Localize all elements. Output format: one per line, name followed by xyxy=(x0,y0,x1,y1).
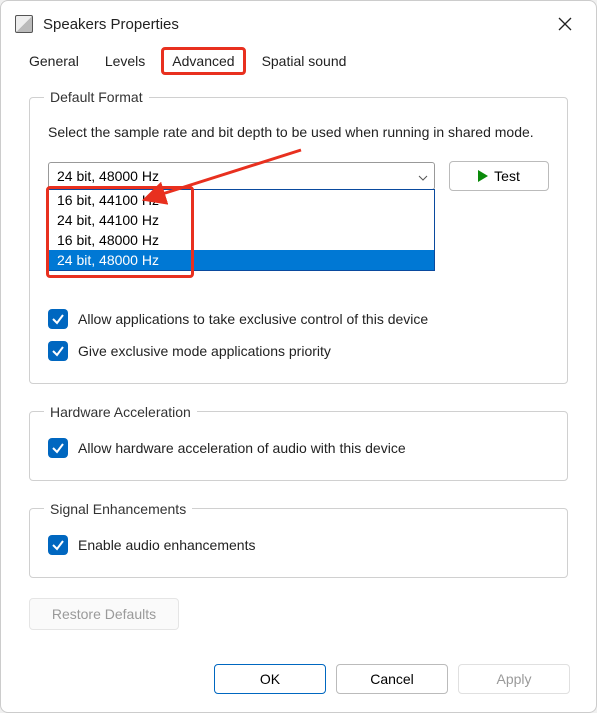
dialog-buttons: OK Cancel Apply xyxy=(1,654,596,712)
check-icon xyxy=(51,538,65,552)
window-title: Speakers Properties xyxy=(43,16,538,33)
enable-enhancements-label: Enable audio enhancements xyxy=(78,537,255,553)
test-button[interactable]: Test xyxy=(449,161,549,191)
format-option-selected[interactable]: 24 bit, 48000 Hz xyxy=(49,250,434,270)
format-option[interactable]: 24 bit, 44100 Hz xyxy=(49,210,434,230)
close-icon xyxy=(558,17,572,31)
check-icon xyxy=(51,344,65,358)
test-button-label: Test xyxy=(494,168,520,184)
allow-exclusive-label: Allow applications to take exclusive con… xyxy=(78,311,428,327)
tab-bar: General Levels Advanced Spatial sound xyxy=(1,47,596,75)
ok-button[interactable]: OK xyxy=(214,664,326,694)
restore-defaults-button[interactable]: Restore Defaults xyxy=(29,598,179,630)
cancel-label: Cancel xyxy=(370,671,414,687)
speaker-device-icon xyxy=(15,15,33,33)
hardware-accel-label: Allow hardware acceleration of audio wit… xyxy=(78,440,406,456)
ok-label: OK xyxy=(260,671,280,687)
exclusive-priority-label: Give exclusive mode applications priorit… xyxy=(78,343,331,359)
exclusive-priority-checkbox[interactable] xyxy=(48,341,68,361)
apply-button: Apply xyxy=(458,664,570,694)
format-selected-value: 24 bit, 48000 Hz xyxy=(57,168,159,184)
default-format-description: Select the sample rate and bit depth to … xyxy=(48,123,549,143)
default-format-group: Default Format Select the sample rate an… xyxy=(29,89,568,384)
format-dropdown-list: 16 bit, 44100 Hz 24 bit, 44100 Hz 16 bit… xyxy=(48,189,435,271)
allow-exclusive-checkbox[interactable] xyxy=(48,309,68,329)
enable-enhancements-checkbox[interactable] xyxy=(48,535,68,555)
format-dropdown[interactable]: 24 bit, 48000 Hz 16 bit, 44100 Hz 24 bit… xyxy=(48,162,435,190)
signal-enhancements-group: Signal Enhancements Enable audio enhance… xyxy=(29,501,568,578)
check-icon xyxy=(51,312,65,326)
chevron-down-icon xyxy=(418,168,428,184)
properties-window: Speakers Properties General Levels Advan… xyxy=(0,0,597,713)
play-icon xyxy=(478,170,488,182)
default-format-legend: Default Format xyxy=(44,89,149,105)
signal-enhancements-legend: Signal Enhancements xyxy=(44,501,192,517)
cancel-button[interactable]: Cancel xyxy=(336,664,448,694)
tab-general[interactable]: General xyxy=(19,47,89,75)
format-dropdown-box[interactable]: 24 bit, 48000 Hz xyxy=(48,162,435,190)
tab-advanced[interactable]: Advanced xyxy=(161,47,245,75)
tab-levels[interactable]: Levels xyxy=(95,47,155,75)
hardware-accel-checkbox[interactable] xyxy=(48,438,68,458)
tab-spatial[interactable]: Spatial sound xyxy=(252,47,357,75)
format-option[interactable]: 16 bit, 48000 Hz xyxy=(49,230,434,250)
hardware-accel-group: Hardware Acceleration Allow hardware acc… xyxy=(29,404,568,481)
tab-content: Default Format Select the sample rate an… xyxy=(1,75,596,654)
hardware-accel-legend: Hardware Acceleration xyxy=(44,404,197,420)
check-icon xyxy=(51,441,65,455)
apply-label: Apply xyxy=(496,671,531,687)
format-option[interactable]: 16 bit, 44100 Hz xyxy=(49,190,434,210)
titlebar: Speakers Properties xyxy=(1,1,596,47)
close-button[interactable] xyxy=(548,11,582,37)
restore-defaults-label: Restore Defaults xyxy=(52,606,156,622)
